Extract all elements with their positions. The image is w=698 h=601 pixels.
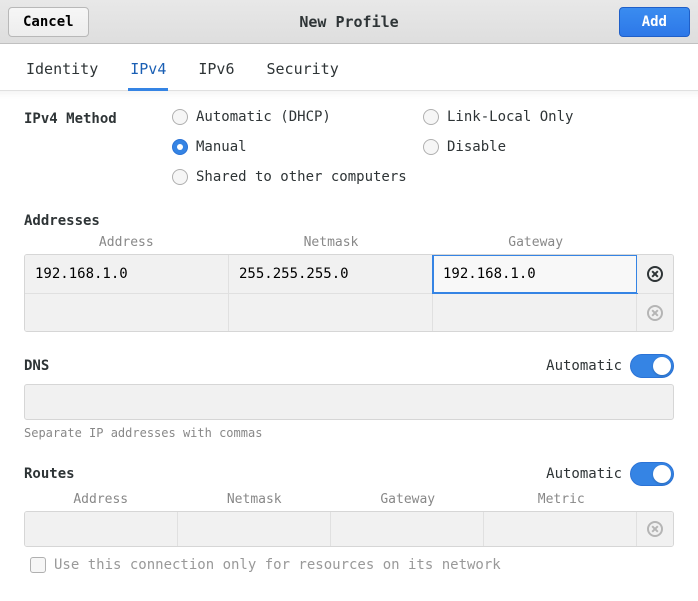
route-cell-address[interactable] — [25, 512, 178, 546]
routes-title: Routes — [24, 466, 75, 482]
address-cell-gateway[interactable] — [433, 255, 637, 293]
only-for-resources-checkbox[interactable] — [30, 557, 46, 573]
route-cell-netmask[interactable] — [178, 512, 331, 546]
address-row — [25, 293, 673, 331]
dns-automatic-switch[interactable] — [630, 354, 674, 378]
radio-automatic-dhcp[interactable]: Automatic (DHCP) — [172, 109, 423, 125]
tab-security[interactable]: Security — [265, 54, 341, 91]
dialog-title: New Profile — [0, 13, 698, 31]
radio-link-local-only[interactable]: Link-Local Only — [423, 109, 674, 125]
tabbar: Identity IPv4 IPv6 Security — [0, 44, 698, 91]
routes-header-gateway: Gateway — [331, 492, 485, 507]
route-cell-gateway[interactable] — [331, 512, 484, 546]
add-button[interactable]: Add — [619, 7, 690, 37]
address-cell-gateway[interactable] — [433, 294, 637, 331]
tab-ipv4[interactable]: IPv4 — [128, 54, 168, 91]
address-row — [25, 255, 673, 293]
delete-icon — [647, 305, 663, 321]
ipv4-method-label: IPv4 Method — [24, 109, 172, 127]
address-cell-netmask[interactable] — [229, 294, 433, 331]
radio-manual[interactable]: Manual — [172, 139, 423, 155]
radio-icon — [423, 139, 439, 155]
netmask-input[interactable] — [239, 305, 422, 321]
addresses-title: Addresses — [24, 213, 674, 229]
routes-header-netmask: Netmask — [178, 492, 332, 507]
tab-ipv6[interactable]: IPv6 — [196, 54, 236, 91]
delete-icon — [647, 266, 663, 282]
address-cell-address[interactable] — [25, 294, 229, 331]
delete-route-button — [637, 512, 673, 546]
radio-icon — [172, 139, 188, 155]
radio-icon — [172, 109, 188, 125]
tab-identity[interactable]: Identity — [24, 54, 100, 91]
delete-address-button[interactable] — [637, 255, 673, 293]
radio-icon — [423, 109, 439, 125]
addresses-header-gateway: Gateway — [433, 235, 638, 250]
route-row — [25, 512, 673, 546]
dns-input[interactable] — [24, 384, 674, 420]
routes-automatic-switch[interactable] — [630, 462, 674, 486]
delete-address-button — [637, 294, 673, 331]
gateway-input[interactable] — [443, 305, 626, 321]
addresses-header-netmask: Netmask — [229, 235, 434, 250]
address-cell-netmask[interactable] — [229, 255, 433, 293]
radio-shared[interactable]: Shared to other computers — [172, 169, 674, 185]
radio-label: Disable — [447, 139, 506, 155]
radio-icon — [172, 169, 188, 185]
cancel-button[interactable]: Cancel — [8, 7, 89, 37]
dns-automatic-label: Automatic — [546, 358, 622, 374]
address-input[interactable] — [35, 266, 218, 282]
only-for-resources-label: Use this connection only for resources o… — [54, 557, 501, 573]
addresses-header-address: Address — [24, 235, 229, 250]
routes-header-address: Address — [24, 492, 178, 507]
netmask-input[interactable] — [239, 266, 422, 282]
routes-header-metric: Metric — [485, 492, 639, 507]
radio-label: Link-Local Only — [447, 109, 573, 125]
delete-icon — [647, 521, 663, 537]
radio-label: Automatic (DHCP) — [196, 109, 331, 125]
headerbar: Cancel New Profile Add — [0, 0, 698, 44]
route-cell-metric[interactable] — [484, 512, 637, 546]
radio-label: Manual — [196, 139, 247, 155]
radio-disable[interactable]: Disable — [423, 139, 674, 155]
address-cell-address[interactable] — [25, 255, 229, 293]
gateway-input[interactable] — [443, 266, 626, 282]
radio-label: Shared to other computers — [196, 169, 407, 185]
address-input[interactable] — [35, 305, 218, 321]
dns-title: DNS — [24, 358, 49, 374]
routes-automatic-label: Automatic — [546, 466, 622, 482]
dns-hint: Separate IP addresses with commas — [24, 426, 674, 440]
